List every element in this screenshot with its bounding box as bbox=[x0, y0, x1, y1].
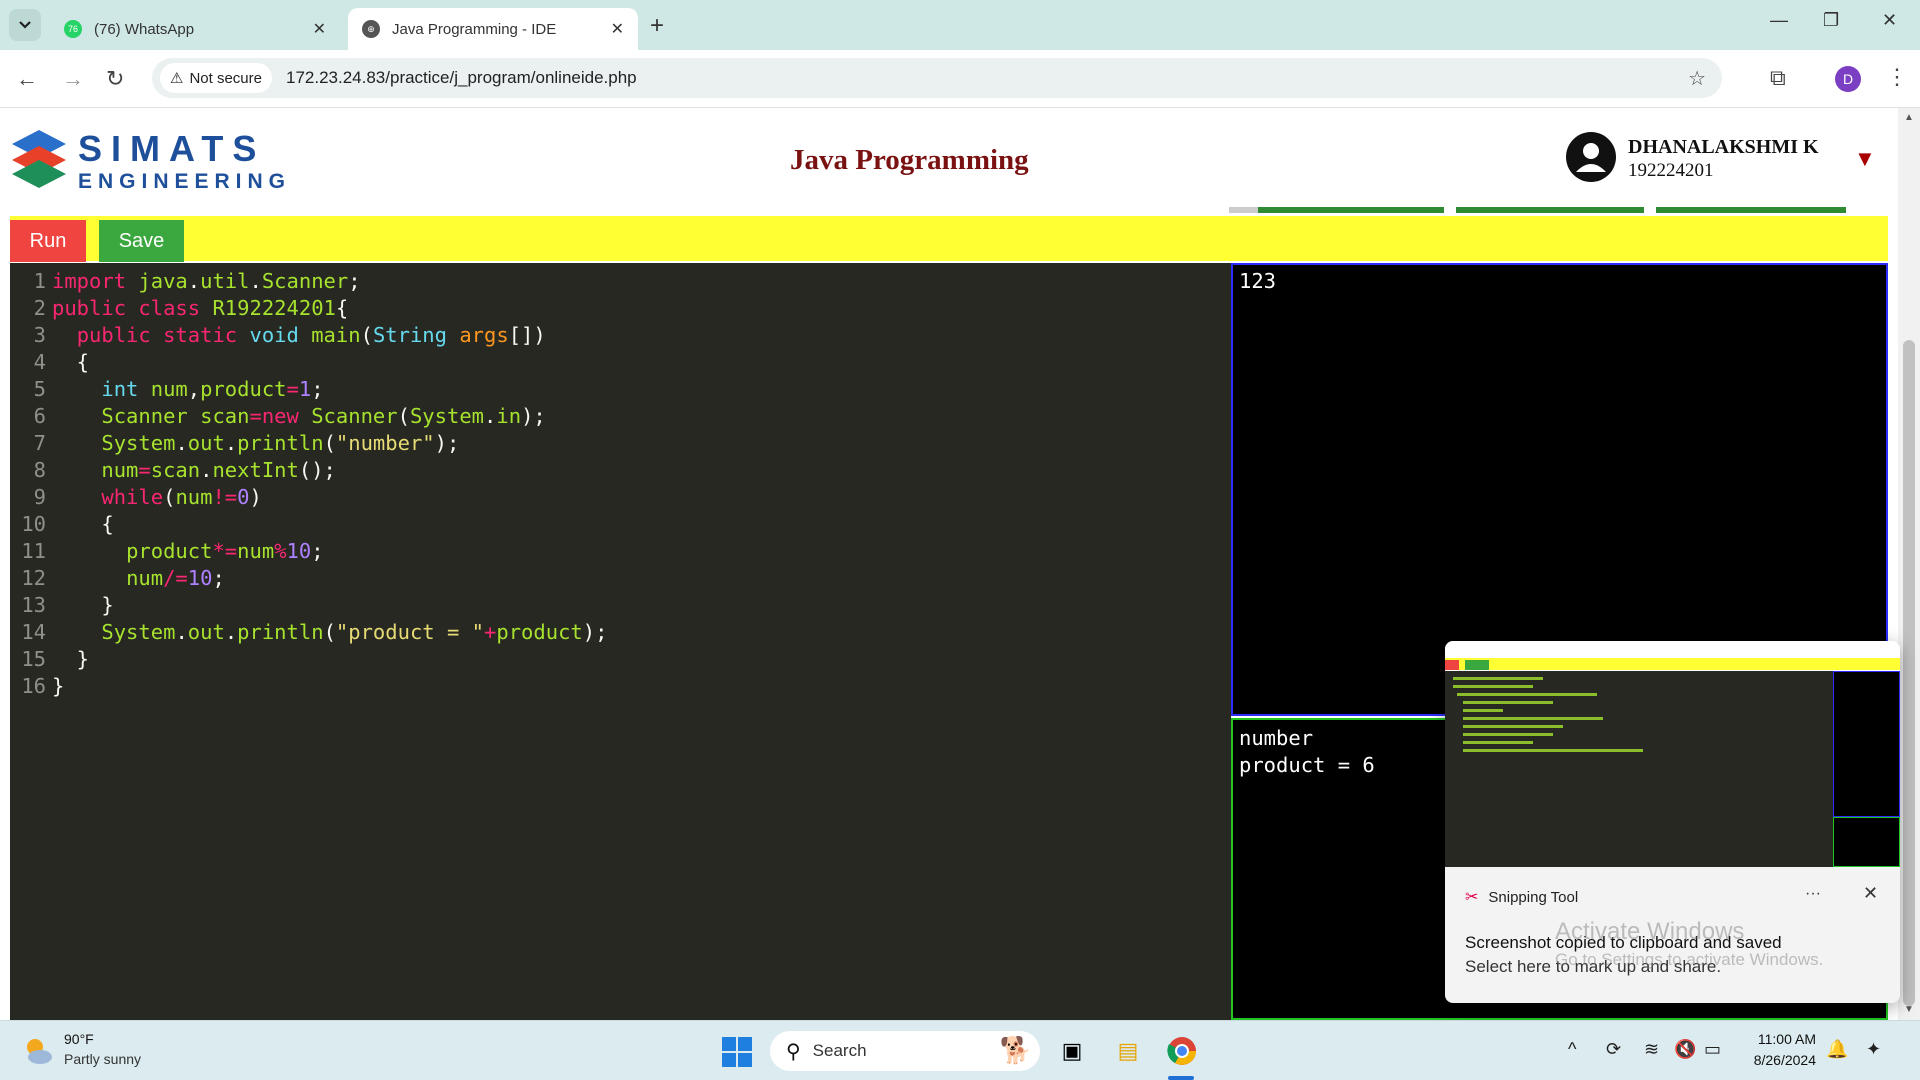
new-tab-button[interactable]: + bbox=[650, 12, 664, 40]
file-explorer-icon[interactable]: ▤ bbox=[1110, 1033, 1146, 1069]
site-info-chip[interactable]: ⚠ Not secure bbox=[160, 63, 272, 93]
code-line: 8 num=scan.nextInt(); bbox=[33, 458, 336, 482]
taskbar: 90°F Partly sunny ⚲ Search 🐕 ▣ ▤ ^ ⟳ ≋ 🔇… bbox=[0, 1020, 1920, 1080]
chevron-up-icon[interactable]: ^ bbox=[1568, 1039, 1576, 1060]
tab-java-ide[interactable]: ⊕ Java Programming - IDE ✕ bbox=[348, 8, 638, 50]
url-text[interactable]: 172.23.24.83/practice/j_program/onlineid… bbox=[286, 68, 637, 88]
code-line: 2 public class R192224201{ bbox=[33, 296, 349, 320]
warning-icon: ⚠ bbox=[170, 70, 184, 87]
code-line: 6 Scanner scan=new Scanner(System.in); bbox=[33, 404, 546, 428]
scroll-down-icon[interactable]: ▼ bbox=[1904, 1004, 1914, 1015]
weather-partly-sunny-icon[interactable] bbox=[22, 1035, 54, 1067]
scrollbar-thumb[interactable] bbox=[1903, 340, 1915, 1006]
scissors-icon: ✂ bbox=[1465, 889, 1479, 906]
code-line: 12 num/=10; bbox=[21, 566, 225, 590]
minimize-button[interactable]: — bbox=[1770, 10, 1788, 31]
not-secure-label: Not secure bbox=[189, 69, 262, 87]
page-scrollbar[interactable]: ▲ ▼ bbox=[1898, 108, 1920, 1020]
code-line: 4 { bbox=[33, 350, 90, 374]
code-line: 1 import java.util.Scanner; bbox=[33, 269, 361, 293]
code-line: 15 } bbox=[21, 647, 90, 671]
input-text: 123 bbox=[1239, 269, 1277, 293]
forward-button[interactable]: → bbox=[62, 66, 84, 92]
weather-temperature[interactable]: 90°F bbox=[64, 1031, 94, 1047]
close-icon[interactable]: ✕ bbox=[1863, 883, 1878, 904]
clock-date[interactable]: 8/26/2024 bbox=[1740, 1052, 1816, 1068]
browser-toolbar: ← → ↻ ⚠ Not secure 172.23.24.83/practice… bbox=[0, 50, 1920, 108]
whatsapp-icon: 76 bbox=[64, 20, 82, 38]
activation-watermark-sub: Go to Settings to activate Windows. bbox=[1555, 950, 1824, 969]
wifi-icon[interactable]: ≋ bbox=[1644, 1039, 1659, 1060]
more-options-icon[interactable]: ··· bbox=[1805, 885, 1821, 903]
activation-watermark: Activate Windows bbox=[1555, 918, 1745, 945]
tab-title: (76) WhatsApp bbox=[94, 20, 195, 38]
taskbar-search[interactable]: ⚲ Search 🐕 bbox=[770, 1031, 1040, 1071]
code-line: 16} bbox=[21, 674, 65, 698]
chrome-icon[interactable] bbox=[1164, 1033, 1200, 1069]
output-line: number bbox=[1239, 726, 1314, 750]
reload-button[interactable]: ↻ bbox=[106, 66, 124, 92]
code-line: 3 public static void main(String args[]) bbox=[33, 323, 546, 347]
user-menu-caret-icon[interactable]: ▼ bbox=[1854, 146, 1876, 172]
tab-whatsapp[interactable]: 76 (76) WhatsApp ✕ bbox=[50, 8, 340, 50]
globe-icon: ⊕ bbox=[362, 20, 380, 38]
notification-bell-icon[interactable]: 🔔 bbox=[1826, 1039, 1848, 1060]
clock-time[interactable]: 11:00 AM bbox=[1752, 1031, 1816, 1047]
user-name: DHANALAKSHMI K bbox=[1628, 136, 1819, 158]
code-line: 11 product*=num%10; bbox=[21, 539, 324, 563]
bookmark-star-icon[interactable]: ☆ bbox=[1688, 66, 1706, 91]
profile-avatar[interactable]: D bbox=[1835, 66, 1861, 92]
notification-app: ✂ Snipping Tool bbox=[1465, 887, 1578, 907]
page-header: SIMATS ENGINEERING Java Programming DHAN… bbox=[0, 108, 1898, 213]
task-view-icon[interactable]: ▣ bbox=[1054, 1033, 1090, 1069]
weather-condition[interactable]: Partly sunny bbox=[64, 1051, 141, 1067]
progress-bar bbox=[1656, 207, 1846, 213]
save-button[interactable]: Save bbox=[99, 220, 184, 262]
menu-icon[interactable]: ⋮ bbox=[1886, 64, 1908, 90]
code-line: 13 } bbox=[21, 593, 114, 617]
code-line: 9 while(num!=0) bbox=[33, 485, 262, 509]
code-line: 7 System.out.println("number"); bbox=[33, 431, 460, 455]
volume-muted-icon[interactable]: 🔇 bbox=[1674, 1039, 1696, 1060]
search-highlight-icon: 🐕 bbox=[999, 1035, 1032, 1065]
logo-subtext: ENGINEERING bbox=[78, 170, 292, 193]
user-id: 192224201 bbox=[1628, 160, 1714, 181]
snipping-tool-notification[interactable]: ✂ Snipping Tool ··· ✕ Screenshot copied … bbox=[1445, 641, 1900, 1003]
address-bar[interactable]: ⚠ Not secure 172.23.24.83/practice/j_pro… bbox=[152, 58, 1722, 98]
progress-bar bbox=[1258, 207, 1444, 213]
code-editor[interactable]: 1 import java.util.Scanner; 2 public class… bbox=[10, 263, 1231, 1020]
extensions-icon[interactable]: ⧉ bbox=[1770, 65, 1786, 91]
search-placeholder: Search bbox=[812, 1041, 867, 1060]
browser-tab-strip: 76 (76) WhatsApp ✕ ⊕ Java Programming - … bbox=[0, 0, 1920, 50]
update-icon[interactable]: ⟳ bbox=[1606, 1039, 1621, 1060]
battery-icon[interactable]: ▭ bbox=[1704, 1039, 1721, 1060]
notification-app-name: Snipping Tool bbox=[1488, 888, 1579, 906]
windows-start-icon[interactable] bbox=[722, 1037, 752, 1067]
progress-bar bbox=[1456, 207, 1644, 213]
code-line: 14 System.out.println("product = "+produ… bbox=[21, 620, 608, 644]
user-avatar-icon bbox=[1566, 132, 1616, 182]
run-button[interactable]: Run bbox=[10, 220, 86, 262]
scroll-up-icon[interactable]: ▲ bbox=[1904, 112, 1914, 123]
divider bbox=[1229, 207, 1258, 213]
window-close-button[interactable]: ✕ bbox=[1882, 10, 1897, 31]
restore-button[interactable]: ❐ bbox=[1823, 10, 1839, 31]
tab-search-button[interactable] bbox=[9, 9, 41, 41]
screenshot-thumbnail[interactable] bbox=[1445, 641, 1900, 867]
close-icon[interactable]: ✕ bbox=[313, 19, 326, 39]
page-title: Java Programming bbox=[790, 144, 1029, 176]
close-icon[interactable]: ✕ bbox=[611, 19, 624, 39]
copilot-icon[interactable]: ✦ bbox=[1866, 1039, 1881, 1060]
code-line: 5 int num,product=1; bbox=[33, 377, 324, 401]
action-bar: Run Save bbox=[10, 216, 1888, 262]
back-button[interactable]: ← bbox=[16, 66, 38, 92]
output-line: product = 6 bbox=[1239, 753, 1375, 777]
chevron-down-icon bbox=[19, 21, 31, 29]
simats-logo bbox=[12, 130, 66, 188]
search-icon: ⚲ bbox=[786, 1040, 801, 1063]
tab-title: Java Programming - IDE bbox=[392, 20, 557, 38]
logo-text: SIMATS bbox=[78, 128, 266, 169]
code-line: 10 { bbox=[21, 512, 114, 536]
active-app-indicator bbox=[1168, 1076, 1194, 1080]
